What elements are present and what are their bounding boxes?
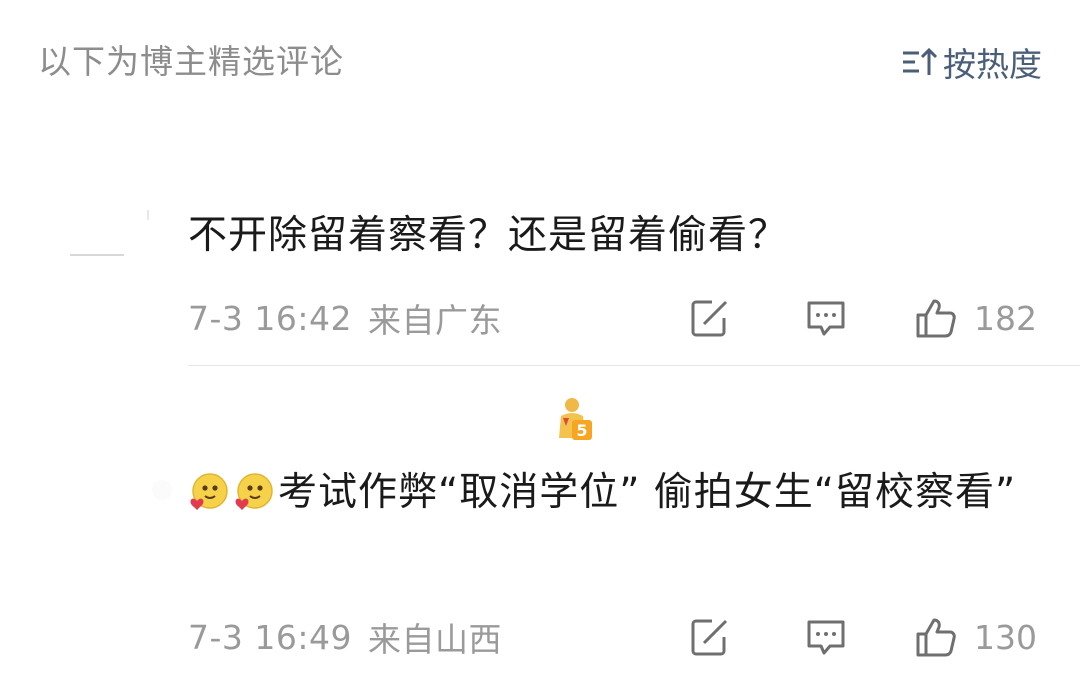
repost-button[interactable]: [688, 612, 732, 662]
divider: [188, 365, 1080, 366]
like-count: 182: [974, 298, 1037, 338]
repost-icon: [691, 619, 728, 656]
avatar[interactable]: [64, 206, 154, 266]
like-button[interactable]: 182: [914, 293, 1037, 343]
comment-button[interactable]: [804, 612, 848, 662]
emoji-icon: [235, 473, 273, 510]
comment-time: 7-3 16:42: [188, 298, 352, 338]
comment-content: 考试作弊“取消学位” 偷拍女生“留校察看”: [188, 461, 1048, 525]
vip-badge-icon: 5: [559, 398, 592, 440]
svg-text:5: 5: [576, 421, 587, 440]
emoji-icon: [190, 473, 228, 510]
like-count: 130: [974, 617, 1037, 657]
comment-meta: 7-3 16:42 来自广东 182: [188, 293, 1042, 343]
comment-time: 7-3 16:49: [188, 617, 352, 657]
comment-icon: [807, 620, 845, 655]
avatar[interactable]: [148, 470, 178, 510]
repost-button[interactable]: [688, 293, 732, 343]
comment-text: 考试作弊“取消学位” 偷拍女生“留校察看”: [278, 470, 1017, 515]
sort-icon: [903, 47, 938, 75]
like-icon: [916, 618, 956, 657]
comment-icon: [807, 301, 845, 336]
like-button[interactable]: 130: [914, 612, 1037, 662]
sort-label: 按热度: [943, 45, 1042, 84]
comment-text: 不开除留着察看？还是留着偷看？: [188, 213, 789, 258]
like-icon: [916, 299, 956, 338]
comment-meta: 7-3 16:49 来自山西 130: [188, 612, 1042, 662]
section-title: 以下为博主精选评论: [38, 42, 344, 81]
comment-location: 来自广东: [368, 301, 502, 340]
comment-location: 来自山西: [368, 620, 502, 659]
comment-button[interactable]: [804, 293, 848, 343]
repost-icon: [691, 300, 728, 337]
sort-by-hot-button[interactable]: 按热度: [901, 40, 1042, 84]
